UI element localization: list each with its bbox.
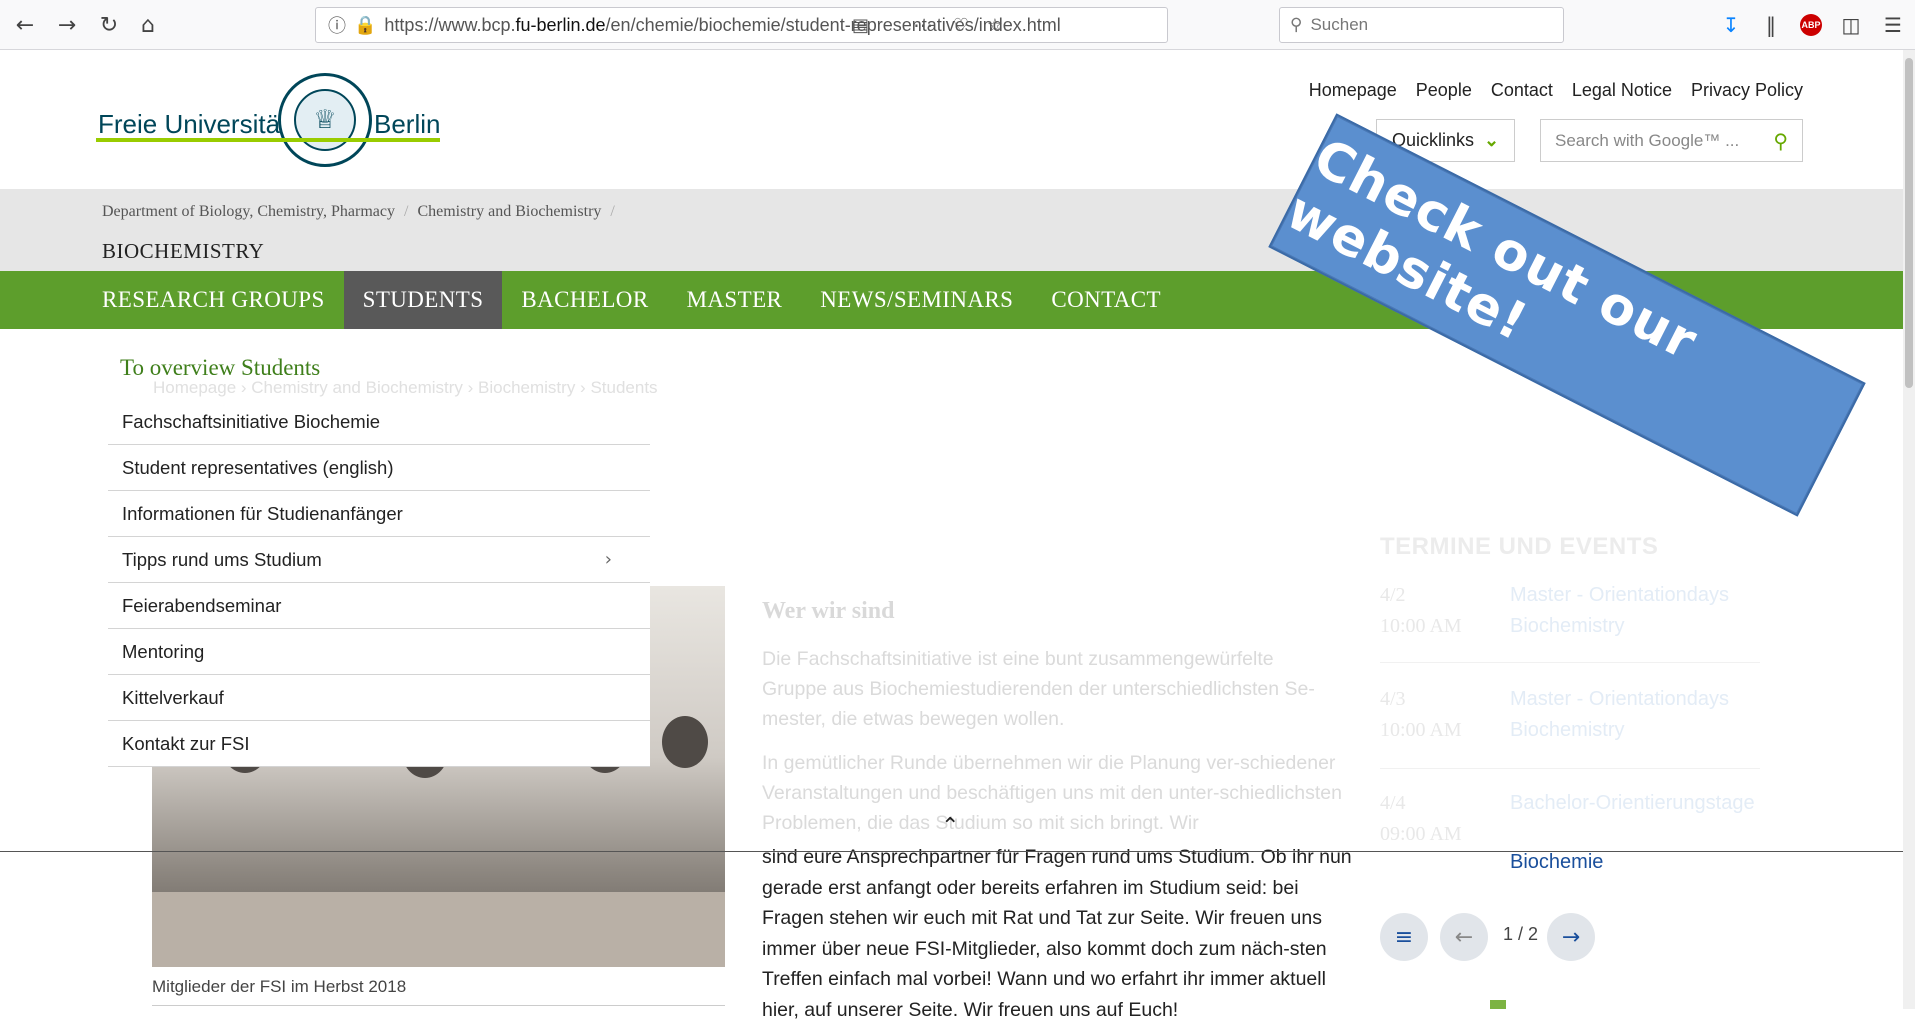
article-title: Wer wir sind [762, 598, 895, 624]
link-contact[interactable]: Contact [1491, 80, 1553, 101]
search-icon: ⚲ [1290, 15, 1303, 35]
event-title[interactable]: Master - Orientationdays Biochemistry [1510, 580, 1770, 642]
breadcrumb: Department of Biology, Chemistry, Pharma… [102, 203, 615, 220]
chevron-down-icon: ⌄ [1483, 130, 1500, 150]
logo-text-left: Freie Universität [98, 109, 288, 139]
reader-view-icon[interactable]: ▤ [852, 15, 869, 36]
logo-underline [96, 138, 440, 142]
page-breadcrumb-biochemistry[interactable]: Biochemistry [478, 378, 575, 397]
menu-item-tipps[interactable]: Tipps rund ums Studium › [108, 537, 650, 583]
browser-search-input[interactable]: ⚲ Suchen [1279, 7, 1564, 43]
breadcrumb-chemistry[interactable]: Chemistry and Biochemistry [417, 203, 601, 220]
download-icon[interactable]: ↧ [1716, 10, 1746, 40]
nav-students[interactable]: STUDENTS [343, 271, 503, 329]
nav-master[interactable]: MASTER [668, 271, 802, 329]
back-button[interactable]: ← [8, 8, 42, 42]
students-menu: Fachschaftsinitiative Biochemie Student … [108, 399, 650, 767]
chevron-right-icon: › [604, 549, 612, 570]
nav-news-seminars[interactable]: NEWS/SEMINARS [801, 271, 1032, 329]
menu-item-student-representatives[interactable]: Student representatives (english) [108, 445, 650, 491]
nav-research-groups[interactable]: RESEARCH GROUPS [83, 271, 344, 329]
menu-icon[interactable]: ☰ [1878, 10, 1908, 40]
events-list-button[interactable]: ≡ [1380, 913, 1428, 961]
menu-item-studienanfaenger[interactable]: Informationen für Studienanfänger [108, 491, 650, 537]
site-search-placeholder: Search with Google™ ... [1555, 130, 1740, 150]
page-scrollbar[interactable] [1903, 50, 1915, 1009]
section-title[interactable]: BIOCHEMISTRY [102, 239, 264, 264]
bookmark-star-icon[interactable]: ☆ [987, 15, 1003, 36]
address-bar[interactable]: ⓘ 🔒 https://www.bcp.fu-berlin.de/en/chem… [315, 7, 1168, 43]
link-privacy-policy[interactable]: Privacy Policy [1691, 80, 1803, 101]
page-breadcrumb-students: Students [590, 378, 658, 397]
adblock-icon[interactable]: ABP [1796, 10, 1826, 40]
info-icon[interactable]: ⓘ [328, 12, 346, 38]
menu-item-feierabendseminar[interactable]: Feierabendseminar [108, 583, 650, 629]
events-page-count: 1 / 2 [1503, 924, 1539, 944]
link-homepage[interactable]: Homepage [1309, 80, 1397, 101]
article-paragraph-2: sind eure Ansprechpartner für Fragen run… [762, 846, 1352, 1021]
overlay-bottom-edge [0, 851, 1903, 852]
events-next-button[interactable]: → [1547, 913, 1595, 961]
pocket-icon[interactable]: ♡ [953, 15, 969, 36]
library-icon[interactable]: ‖ [1756, 10, 1786, 40]
overview-students-link[interactable]: To overview Students [120, 355, 320, 381]
scrollbar-thumb[interactable] [1905, 58, 1913, 388]
home-button[interactable]: ⌂ [131, 8, 165, 42]
list-icon: ≡ [1394, 924, 1414, 950]
chevron-up-icon[interactable]: ⌃ [941, 814, 959, 839]
event-title-visible[interactable]: Biochemie [1510, 851, 1603, 874]
events-prev-button[interactable]: ← [1440, 913, 1488, 961]
service-navigation: Homepage People Contact Legal Notice Pri… [1309, 80, 1803, 101]
event-date: 4/4 [1380, 792, 1406, 814]
article-paragraph-1: Die Fachschaftsinitiative ist eine bunt … [762, 648, 1315, 730]
events-title: TERMINE UND EVENTS [1380, 533, 1659, 560]
page-actions-icon[interactable]: ⋯ [913, 13, 933, 37]
logo-text-right: Berlin [374, 109, 441, 139]
browser-toolbar: ← → ↻ ⌂ ⓘ 🔒 https://www.bcp.fu-berlin.de… [0, 0, 1915, 50]
caption-divider [152, 1005, 725, 1006]
green-marker [1490, 1000, 1506, 1009]
event-time: 10:00 AM [1380, 719, 1462, 741]
forward-button[interactable]: → [50, 8, 84, 42]
link-people[interactable]: People [1416, 80, 1472, 101]
breadcrumb-department[interactable]: Department of Biology, Chemistry, Pharma… [102, 203, 395, 220]
event-time: 09:00 AM [1380, 823, 1462, 845]
search-icon[interactable]: ⚲ [1773, 129, 1788, 153]
nav-bachelor[interactable]: BACHELOR [502, 271, 667, 329]
menu-item-kontakt[interactable]: Kontakt zur FSI [108, 721, 650, 767]
article-paragraph-2-faded: In gemütlicher Runde übernehmen wir die … [762, 752, 1342, 834]
arrow-left-icon: ← [1454, 924, 1474, 950]
event-title[interactable]: Bachelor-Orientierungstage [1510, 788, 1770, 819]
menu-item-kittelverkauf[interactable]: Kittelverkauf [108, 675, 650, 721]
reload-button[interactable]: ↻ [92, 8, 126, 42]
event-date: 4/3 [1380, 688, 1406, 710]
sidebar-toggle-icon[interactable]: ◫ [1836, 10, 1866, 40]
site-search-input[interactable]: Search with Google™ ... ⚲ [1540, 119, 1803, 162]
event-title[interactable]: Master - Orientationdays Biochemistry [1510, 684, 1770, 746]
menu-item-mentoring[interactable]: Mentoring [108, 629, 650, 675]
event-time: 10:00 AM [1380, 615, 1462, 637]
university-seal-icon: ♕ [278, 73, 372, 167]
menu-item-fachschaftsinitiative[interactable]: Fachschaftsinitiative Biochemie [108, 399, 650, 445]
lock-icon: 🔒 [354, 14, 377, 36]
fu-berlin-logo[interactable]: Freie Universität ♕ Berlin [96, 73, 440, 169]
arrow-right-icon: → [1561, 924, 1581, 950]
browser-search-placeholder: Suchen [1310, 15, 1369, 34]
nav-contact[interactable]: CONTACT [1032, 271, 1180, 329]
event-date: 4/2 [1380, 584, 1406, 606]
page-breadcrumb: Homepage › Chemistry and Biochemistry › … [153, 378, 658, 397]
link-legal-notice[interactable]: Legal Notice [1572, 80, 1672, 101]
photo-caption: Mitglieder der FSI im Herbst 2018 [152, 977, 407, 996]
